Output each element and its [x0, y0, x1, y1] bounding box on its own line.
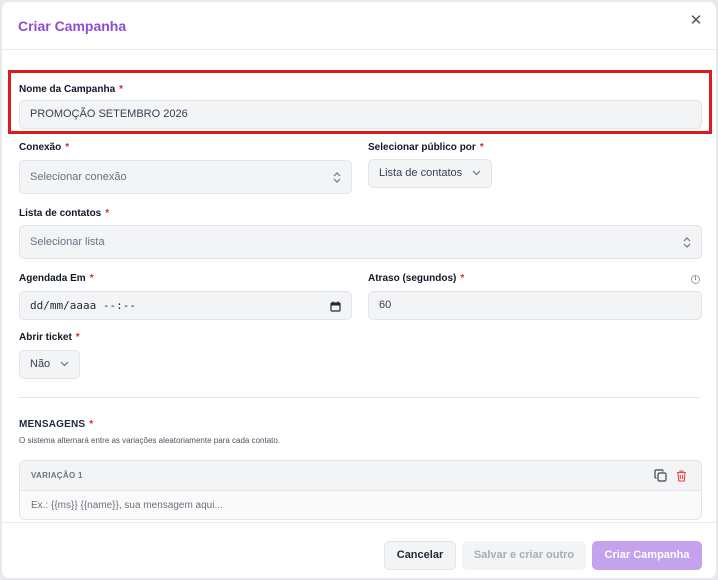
info-icon[interactable]: i [691, 275, 700, 284]
campaign-name-input[interactable]: PROMOÇÃO SETEMBRO 2026 [19, 100, 702, 129]
messages-subtitle: O sistema alternará entre as variações a… [19, 436, 281, 445]
copy-icon[interactable] [654, 469, 667, 482]
trash-icon[interactable] [675, 469, 688, 482]
contact-list-label: Lista de contatos * [19, 208, 110, 219]
modal-footer: Cancelar Salvar e criar outro Criar Camp… [2, 522, 716, 578]
connection-label: Conexão * [19, 142, 70, 153]
chevron-down-icon [60, 351, 69, 378]
modal-header: Criar Campanha ✕ [2, 2, 716, 50]
open-ticket-select[interactable]: Não [19, 350, 80, 379]
delay-label: Atraso (segundos) * [368, 273, 465, 284]
delay-input[interactable]: 60 [368, 291, 702, 320]
open-ticket-label: Abrir ticket * [19, 332, 80, 343]
audience-select[interactable]: Lista de contatos [368, 159, 492, 188]
close-icon[interactable]: ✕ [688, 13, 704, 29]
messages-title: MENSAGENS * [19, 419, 94, 430]
variation-message-input[interactable]: Ex.: {{ms}} {{name}}, sua mensagem aqui.… [31, 500, 223, 511]
variation-header: VARIAÇÃO 1 [20, 461, 701, 491]
variation-label: VARIAÇÃO 1 [31, 471, 83, 480]
modal-title: Criar Campanha [18, 18, 127, 34]
updown-chevron-icon [683, 226, 691, 258]
save-and-create-another-button[interactable]: Salvar e criar outro [462, 541, 586, 570]
connection-select[interactable]: Selecionar conexão [19, 160, 352, 194]
chevron-down-icon [472, 160, 481, 187]
updown-chevron-icon [333, 161, 341, 193]
contact-list-select[interactable]: Selecionar lista [19, 225, 702, 259]
section-divider [18, 397, 700, 398]
cancel-button[interactable]: Cancelar [384, 541, 456, 570]
calendar-icon[interactable] [330, 292, 341, 319]
audience-label: Selecionar público por * [368, 142, 484, 153]
create-campaign-modal: Criar Campanha ✕ Nome da Campanha * PROMO… [1, 1, 717, 579]
message-variation-card: VARIAÇÃO 1 Ex.: {{ms}} {{name}}, sua men… [19, 460, 702, 520]
scheduled-at-label: Agendada Em * [19, 273, 94, 284]
create-campaign-button[interactable]: Criar Campanha [592, 541, 702, 570]
scheduled-at-input[interactable]: dd/mm/aaaa --:-- [19, 291, 352, 320]
campaign-name-label: Nome da Campanha * [19, 84, 124, 95]
